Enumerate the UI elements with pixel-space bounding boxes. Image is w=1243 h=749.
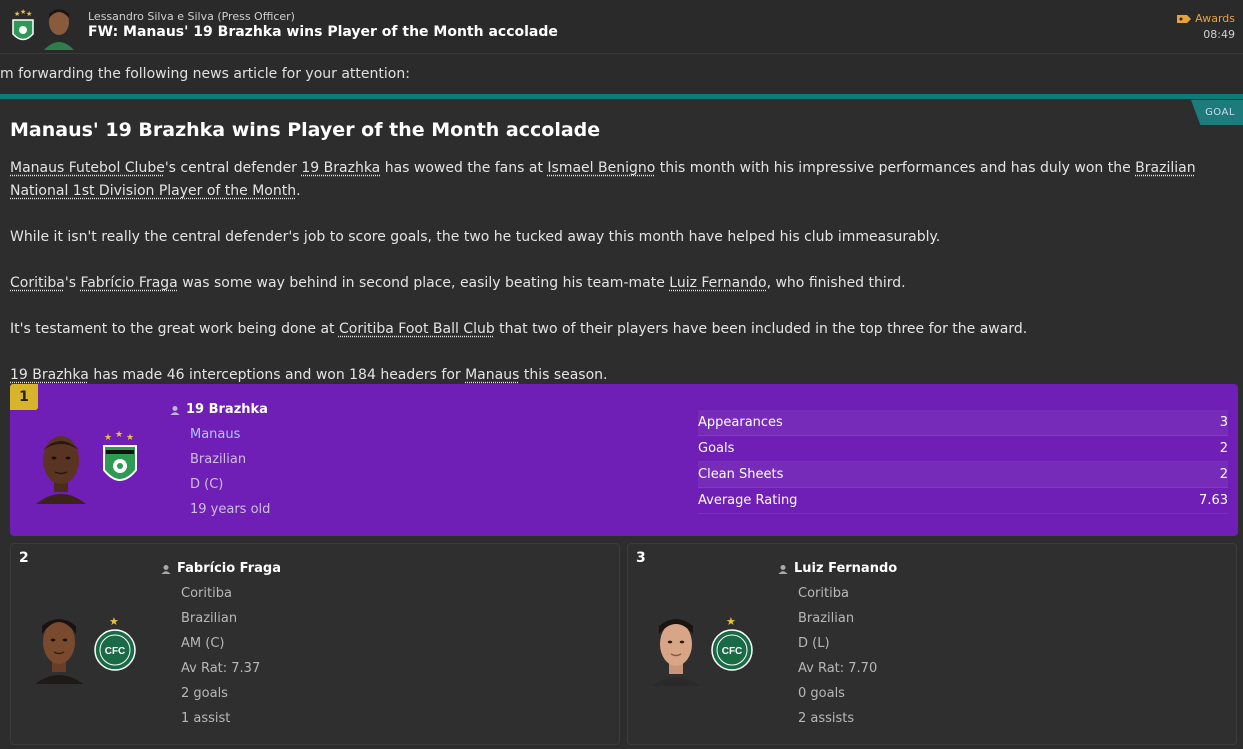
- text: has made 46 interceptions and won 184 he…: [88, 367, 466, 383]
- stadium-link[interactable]: Ismael Benigno: [547, 160, 655, 176]
- player-face[interactable]: [650, 612, 702, 686]
- player-rating: Av Rat: 7.37: [181, 661, 261, 676]
- stat-value: 2: [1219, 467, 1228, 482]
- message-header: ★ ★ ★ Lessandro Silva e Silva (Press Off…: [0, 0, 1243, 54]
- svg-text:★: ★: [109, 615, 119, 628]
- player-link[interactable]: Fabrício Fraga: [80, 275, 177, 291]
- stat-label: Clean Sheets: [698, 467, 784, 482]
- svg-text:CFC: CFC: [105, 646, 126, 657]
- stat-label: Appearances: [698, 415, 783, 430]
- svg-text:CFC: CFC: [722, 646, 743, 657]
- club-link[interactable]: Manaus Futebol Clube: [10, 160, 165, 176]
- player-link[interactable]: Luiz Fernando: [669, 275, 766, 291]
- sender-name: Lessandro Silva e Silva (Press Officer): [88, 10, 295, 23]
- paragraph-1: Manaus Futebol Clube's central defender …: [10, 157, 1238, 203]
- svg-text:★: ★: [26, 10, 32, 18]
- club-link[interactable]: Manaus: [465, 367, 519, 383]
- stat-label: Average Rating: [698, 493, 798, 508]
- text: this season.: [519, 367, 608, 383]
- club-crest-icon[interactable]: ★ CFC: [710, 614, 754, 672]
- intro-text: m forwarding the following news article …: [0, 66, 410, 82]
- player-face[interactable]: [32, 426, 90, 504]
- text: 's central defender: [164, 160, 302, 176]
- player-nationality: Brazilian: [181, 611, 238, 626]
- stat-row: Goals 2: [698, 436, 1228, 462]
- club-link[interactable]: Coritiba Foot Ball Club: [339, 321, 495, 337]
- paragraph-4: It's testament to the great work being d…: [10, 318, 1238, 341]
- person-icon: [161, 564, 171, 574]
- text: .: [296, 183, 301, 199]
- player-link[interactable]: 19 Brazhka: [10, 367, 89, 383]
- rank-badge: 1: [10, 384, 38, 410]
- message-time: 08:49: [1203, 28, 1235, 41]
- svg-text:★: ★: [126, 433, 134, 443]
- club-link[interactable]: Coritiba: [10, 275, 65, 291]
- club-crest-icon[interactable]: ★ CFC: [93, 614, 137, 672]
- stat-row: Average Rating 7.63: [698, 488, 1228, 514]
- svg-text:★: ★: [726, 615, 736, 628]
- winner-stats: Appearances 3 Goals 2 Clean Sheets 2 Ave…: [698, 410, 1228, 514]
- third-place-card: 3 ★ CFC Luiz Fernando Coritiba Brazilian…: [627, 543, 1237, 745]
- article-tag: GOAL: [1191, 100, 1243, 125]
- player-nationality: Brazilian: [190, 452, 247, 467]
- text: 's: [64, 275, 81, 291]
- player-assists: 2 assists: [798, 711, 855, 726]
- player-link[interactable]: 19 Brazhka: [301, 160, 380, 176]
- person-icon: [170, 405, 180, 415]
- person-icon: [778, 564, 788, 574]
- player-position: AM (C): [181, 636, 225, 651]
- text: has wowed the fans at: [380, 160, 548, 176]
- svg-text:★: ★: [104, 433, 112, 443]
- rank-number: 2: [19, 550, 29, 566]
- rank-number: 3: [636, 550, 646, 566]
- club-crest-icon[interactable]: ★ ★ ★: [10, 8, 36, 46]
- message-subject: FW: Manaus' 19 Brazhka wins Player of th…: [88, 24, 558, 40]
- stat-value: 3: [1219, 415, 1228, 430]
- player-name: Luiz Fernando: [794, 561, 898, 576]
- text: was some way behind in second place, eas…: [177, 275, 670, 291]
- player-club[interactable]: Coritiba: [798, 586, 849, 601]
- player-name: 19 Brazhka: [186, 402, 268, 417]
- player-name-row[interactable]: 19 Brazhka: [170, 402, 268, 417]
- player-name-row[interactable]: Luiz Fernando: [778, 561, 897, 576]
- text: that two of their players have been incl…: [494, 321, 1028, 337]
- player-position: D (L): [798, 636, 830, 651]
- category-label: Awards: [1195, 12, 1235, 25]
- category-badge[interactable]: Awards: [1177, 12, 1235, 25]
- stat-row: Clean Sheets 2: [698, 462, 1228, 488]
- stat-value: 2: [1219, 441, 1228, 456]
- player-name-row[interactable]: Fabrício Fraga: [161, 561, 281, 576]
- svg-text:★: ★: [115, 430, 123, 440]
- player-nationality: Brazilian: [798, 611, 855, 626]
- player-club[interactable]: Coritiba: [181, 586, 232, 601]
- article-headline: Manaus' 19 Brazhka wins Player of the Mo…: [10, 119, 601, 141]
- player-club[interactable]: Manaus: [190, 427, 240, 442]
- player-goals: 0 goals: [798, 686, 845, 701]
- player-rating: Av Rat: 7.70: [798, 661, 878, 676]
- runner-up-card: 2 ★ CFC Fabrício Fraga Coritiba Brazilia…: [10, 543, 620, 745]
- player-name: Fabrício Fraga: [177, 561, 281, 576]
- stat-value: 7.63: [1199, 493, 1228, 508]
- player-position: D (C): [190, 477, 224, 492]
- sender-avatar[interactable]: [42, 4, 76, 50]
- stat-row: Appearances 3: [698, 410, 1228, 436]
- text: , who finished third.: [766, 275, 906, 291]
- player-face[interactable]: [33, 610, 85, 684]
- club-crest-icon[interactable]: ★ ★ ★: [100, 430, 140, 492]
- article-body: Manaus Futebol Clube's central defender …: [10, 157, 1238, 387]
- tag-icon: [1177, 14, 1192, 23]
- winner-card: 1 ★ ★ ★ 19 Brazhka Manaus Brazilian D (C…: [10, 384, 1238, 536]
- stat-label: Goals: [698, 441, 735, 456]
- player-assists: 1 assist: [181, 711, 231, 726]
- text: It's testament to the great work being d…: [10, 321, 339, 337]
- paragraph-2: While it isn't really the central defend…: [10, 229, 941, 245]
- paragraph-3: Coritiba's Fabrício Fraga was some way b…: [10, 272, 1238, 295]
- player-age: 19 years old: [190, 502, 271, 517]
- text: this month with his impressive performan…: [655, 160, 1136, 176]
- player-goals: 2 goals: [181, 686, 228, 701]
